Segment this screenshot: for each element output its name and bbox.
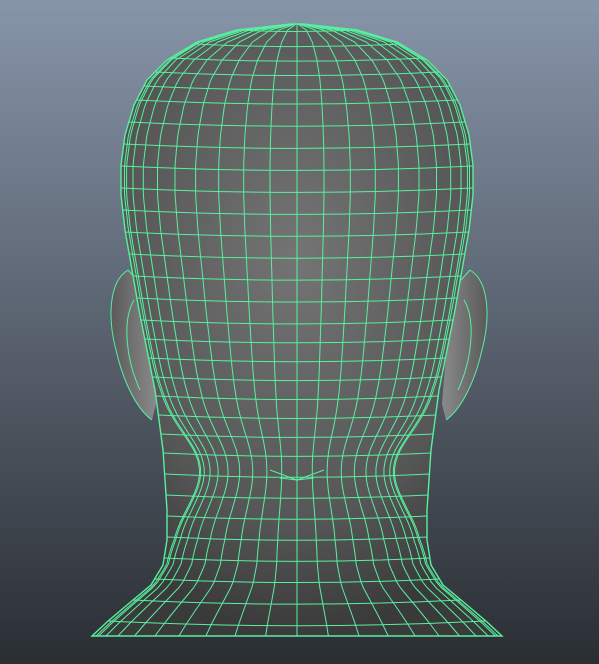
viewport-canvas[interactable] [0,0,599,664]
3d-viewport[interactable] [0,0,599,664]
